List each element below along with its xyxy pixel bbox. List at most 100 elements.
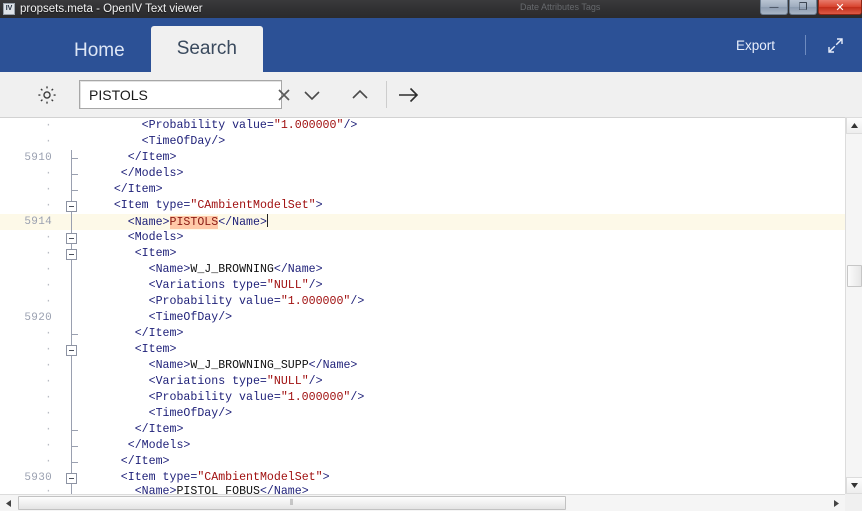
code-line-text: <Name>W_J_BROWNING</Name> [86, 262, 845, 278]
code-line[interactable]: · <Models> [0, 230, 845, 246]
go-button[interactable] [394, 80, 424, 110]
code-line[interactable]: · <Variations type="NULL"/> [0, 278, 845, 294]
code-line-text: <Variations type="NULL"/> [86, 374, 845, 390]
fold-collapse-button[interactable] [66, 233, 77, 244]
triangle-down-icon [851, 483, 858, 488]
fold-gutter[interactable] [58, 438, 86, 454]
maximize-button[interactable]: ❐ [789, 0, 817, 15]
line-number: 5914 [0, 214, 58, 230]
fold-gutter[interactable] [58, 118, 86, 134]
code-line[interactable]: · </Models> [0, 166, 845, 182]
fold-gutter[interactable] [58, 374, 86, 390]
fold-gutter[interactable] [58, 182, 86, 198]
code-line[interactable]: · </Item> [0, 454, 845, 470]
tab-home[interactable]: Home [48, 30, 151, 72]
code-line-text: </Item> [86, 326, 845, 342]
fold-gutter[interactable] [58, 390, 86, 406]
fold-gutter[interactable] [58, 262, 86, 278]
fold-collapse-button[interactable] [66, 473, 77, 484]
code-line[interactable]: 5910 </Item> [0, 150, 845, 166]
vertical-scrollbar[interactable] [845, 117, 862, 494]
scroll-down-button[interactable] [846, 477, 862, 494]
xml-text-node: PISTOL_FOBUS [176, 485, 260, 495]
code-line[interactable]: · </Item> [0, 182, 845, 198]
xml-tag: </Item> [86, 183, 163, 196]
code-line[interactable]: · <Name>W_J_BROWNING_SUPP</Name> [0, 358, 845, 374]
code-line-text: <TimeOfDay/> [86, 406, 845, 422]
text-caret [267, 214, 268, 227]
code-line[interactable]: · <Probability value="1.000000"/> [0, 118, 845, 134]
code-line[interactable]: · <Probability value="1.000000"/> [0, 294, 845, 310]
code-line[interactable]: · <TimeOfDay/> [0, 406, 845, 422]
expand-arrows-icon[interactable] [822, 32, 848, 58]
line-number-dash: · [0, 390, 58, 406]
scroll-up-button[interactable] [846, 117, 862, 134]
fold-gutter[interactable] [58, 294, 86, 310]
fold-gutter[interactable] [58, 134, 86, 150]
fold-gutter[interactable] [58, 246, 86, 262]
fold-gutter[interactable] [58, 198, 86, 214]
code-line[interactable]: · <Item> [0, 246, 845, 262]
fold-gutter[interactable] [58, 342, 86, 358]
fold-tree-line [71, 406, 72, 422]
code-line-text: <Probability value="1.000000"/> [86, 390, 845, 406]
fold-gutter[interactable] [58, 406, 86, 422]
code-line-text: <Name>PISTOLS</Name> [86, 214, 845, 231]
line-number-dash: · [0, 262, 58, 278]
fold-gutter[interactable] [58, 358, 86, 374]
fold-gutter[interactable] [58, 310, 86, 326]
scroll-right-button[interactable] [828, 495, 845, 511]
code-line[interactable]: · <TimeOfDay/> [0, 134, 845, 150]
xml-tag: <Models> [86, 231, 183, 244]
horizontal-scroll-thumb[interactable]: ⦀ [18, 496, 566, 510]
fold-gutter[interactable] [58, 166, 86, 182]
code-line[interactable]: · <Name>PISTOL_FOBUS</Name> [0, 486, 845, 494]
code-line[interactable]: 5914 <Name>PISTOLS</Name> [0, 214, 845, 230]
find-next-button[interactable] [297, 80, 327, 110]
fold-gutter[interactable] [58, 484, 86, 495]
horizontal-scrollbar[interactable]: ⦀ [0, 494, 862, 511]
find-previous-button[interactable] [345, 80, 375, 110]
vertical-scroll-thumb[interactable] [847, 265, 862, 287]
code-line[interactable]: · <Probability value="1.000000"/> [0, 390, 845, 406]
xml-tag: </Name> [218, 216, 267, 229]
code-line[interactable]: · <Item type="CAmbientModelSet"> [0, 198, 845, 214]
export-button[interactable]: Export [722, 32, 789, 59]
fold-gutter[interactable] [58, 214, 86, 230]
fold-gutter[interactable] [58, 278, 86, 294]
code-line[interactable]: · </Item> [0, 422, 845, 438]
fold-collapse-button[interactable] [66, 345, 77, 356]
xml-tag: /> [350, 295, 364, 308]
fold-tree-line [71, 358, 72, 374]
xml-tag: <Variations type= [86, 375, 267, 388]
code-line[interactable]: · <Name>W_J_BROWNING</Name> [0, 262, 845, 278]
line-number-dash: · [0, 134, 58, 150]
code-line[interactable]: · </Item> [0, 326, 845, 342]
xml-tag: </Name> [274, 263, 323, 276]
code-line[interactable]: · <Item> [0, 342, 845, 358]
line-number-dash: · [0, 326, 58, 342]
scroll-left-button[interactable] [0, 495, 17, 511]
fold-gutter[interactable] [58, 150, 86, 166]
fold-gutter[interactable] [58, 454, 86, 470]
clear-search-icon[interactable] [270, 81, 298, 108]
xml-attribute-value: "CAmbientModelSet" [197, 471, 322, 484]
fold-gutter[interactable] [58, 422, 86, 438]
fold-collapse-button[interactable] [66, 249, 77, 260]
fold-gutter[interactable] [58, 326, 86, 342]
close-button[interactable]: ✕ [818, 0, 862, 15]
fold-gutter[interactable] [58, 230, 86, 246]
minimize-button[interactable]: — [760, 0, 788, 15]
line-number-dash: · [0, 454, 58, 470]
code-line[interactable]: · </Models> [0, 438, 845, 454]
xml-tag: <Probability value= [86, 391, 281, 404]
search-input[interactable] [80, 87, 270, 103]
xml-attribute-value: "NULL" [267, 375, 309, 388]
code-line[interactable]: · <Variations type="NULL"/> [0, 374, 845, 390]
gear-icon[interactable] [30, 78, 64, 112]
search-box[interactable] [79, 80, 282, 109]
tab-search[interactable]: Search [151, 26, 263, 72]
code-line[interactable]: 5920 <TimeOfDay/> [0, 310, 845, 326]
fold-collapse-button[interactable] [66, 201, 77, 212]
code-lines-container[interactable]: · <Probability value="1.000000"/>· <Time… [0, 118, 845, 494]
